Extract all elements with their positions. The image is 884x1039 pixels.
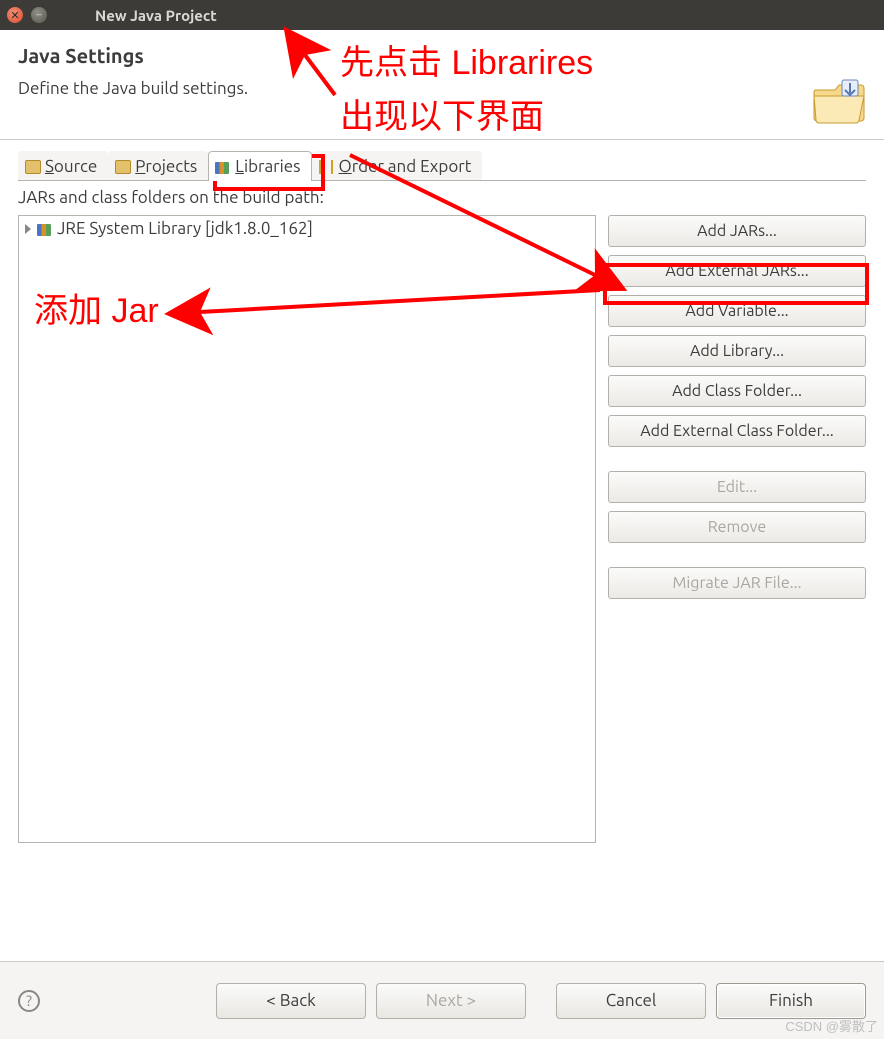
cancel-button[interactable]: Cancel: [556, 983, 706, 1019]
finish-button[interactable]: Finish: [716, 983, 866, 1019]
edit-button: Edit...: [608, 471, 866, 503]
side-buttons: Add JARs... Add External JARs... Add Var…: [608, 215, 866, 843]
tab-bar: Source Projects Libraries Order and Expo…: [0, 140, 884, 181]
add-class-folder-button[interactable]: Add Class Folder...: [608, 375, 866, 407]
back-button[interactable]: < Back: [216, 983, 366, 1019]
tab-libraries[interactable]: Libraries: [208, 151, 311, 181]
page-description: Define the Java build settings.: [18, 79, 866, 98]
tree-row-label: JRE System Library [jdk1.8.0_162]: [57, 219, 313, 238]
libraries-description: JARs and class folders on the build path…: [0, 182, 884, 211]
libraries-panel: JRE System Library [jdk1.8.0_162] Add JA…: [0, 211, 884, 843]
add-external-jars-button[interactable]: Add External JARs...: [608, 255, 866, 287]
remove-button: Remove: [608, 511, 866, 543]
add-variable-button[interactable]: Add Variable...: [608, 295, 866, 327]
tab-projects[interactable]: Projects: [108, 151, 208, 181]
wizard-button-bar: ? < Back Next > Cancel Finish: [0, 961, 884, 1039]
wizard-header: Java Settings Define the Java build sett…: [0, 30, 884, 140]
tab-order-export[interactable]: Order and Export: [312, 151, 483, 181]
buildpath-tree[interactable]: JRE System Library [jdk1.8.0_162]: [18, 215, 596, 843]
migrate-jar-button: Migrate JAR File...: [608, 567, 866, 599]
help-icon[interactable]: ?: [18, 990, 40, 1012]
projects-icon: [115, 159, 131, 175]
close-icon[interactable]: ✕: [7, 7, 23, 23]
libraries-icon: [215, 159, 231, 175]
add-external-class-folder-button[interactable]: Add External Class Folder...: [608, 415, 866, 447]
folder-icon: [812, 78, 866, 127]
tree-row-jre[interactable]: JRE System Library [jdk1.8.0_162]: [19, 216, 595, 241]
expander-icon[interactable]: [25, 224, 31, 234]
add-library-button[interactable]: Add Library...: [608, 335, 866, 367]
next-button: Next >: [376, 983, 526, 1019]
library-icon: [37, 221, 53, 237]
source-icon: [25, 159, 41, 175]
tab-source[interactable]: Source: [18, 151, 108, 181]
titlebar: ✕ – New Java Project: [0, 0, 884, 30]
minimize-icon[interactable]: –: [31, 7, 47, 23]
page-title: Java Settings: [18, 44, 866, 67]
order-icon: [319, 159, 335, 175]
add-jars-button[interactable]: Add JARs...: [608, 215, 866, 247]
window-title: New Java Project: [95, 7, 217, 24]
